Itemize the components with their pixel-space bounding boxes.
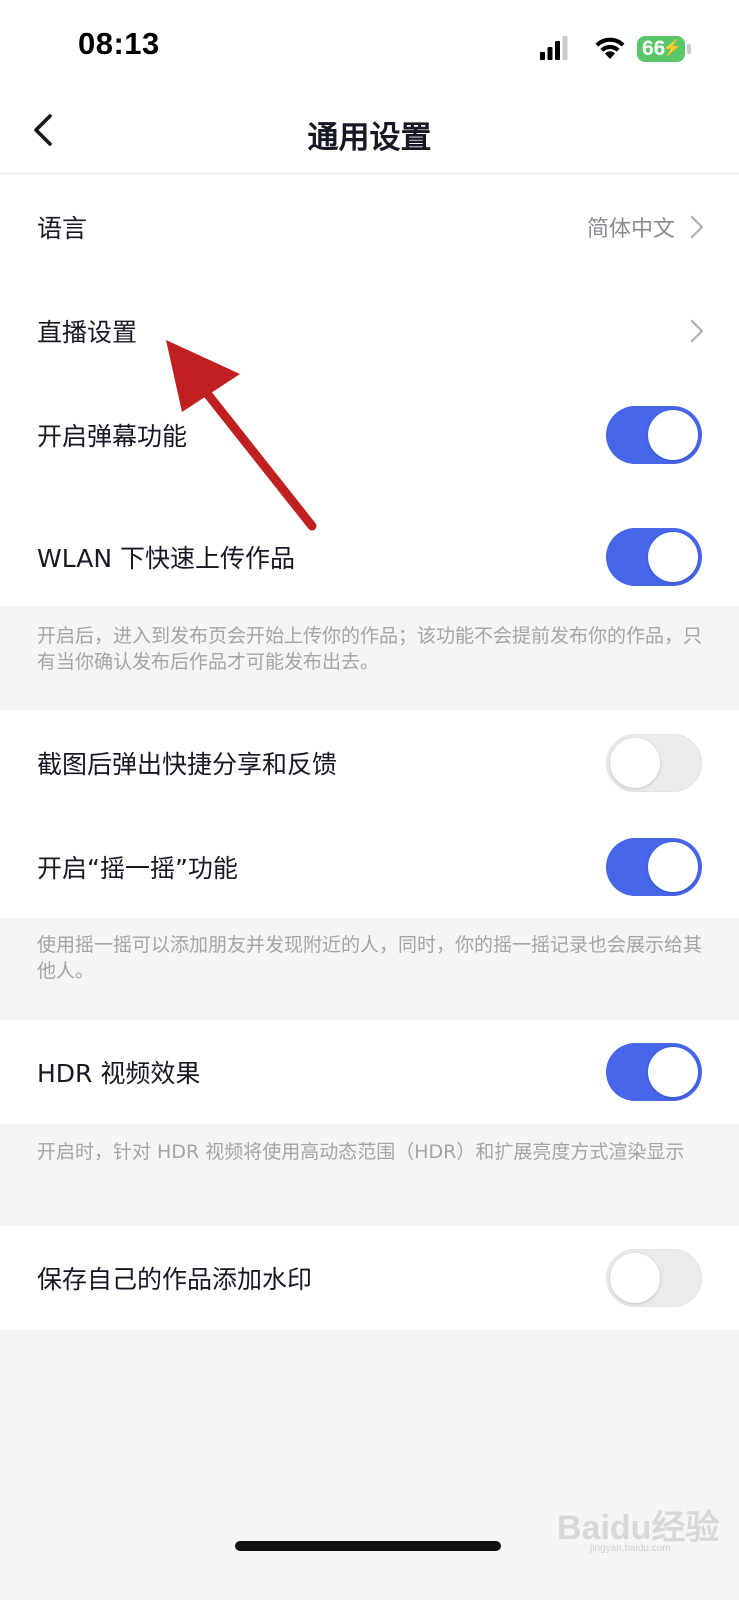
baidu-watermark-logo: Baidu经验 [557,1509,720,1547]
toggle-knob [648,531,698,582]
screenshot-share-toggle[interactable] [606,733,702,792]
wlan-upload-row: WLAN 下快速上传作品 [0,504,739,609]
live-settings-label: 直播设置 [37,317,138,347]
page-title: 通用设置 [307,120,432,156]
toggle-knob [648,409,698,460]
shake-row: 开启“摇一摇”功能 [0,814,739,919]
settings-group-share: 截图后弹出快捷分享和反馈 开启“摇一摇”功能 [0,710,739,918]
live-settings-row[interactable]: 直播设置 [0,278,739,383]
settings-group-general: 语言 简体中文 直播设置 开启弹幕功能 WLAN 下快速上传作品 [0,174,739,606]
danmaku-row: 开启弹幕功能 [0,382,739,487]
toggle-knob [648,1047,698,1097]
language-label: 语言 [37,213,88,243]
wlan-upload-label: WLAN 下快速上传作品 [37,543,295,573]
status-bar: 08:13 66 ⚡ [0,0,739,98]
hdr-toggle[interactable] [606,1043,702,1101]
hdr-row: HDR 视频效果 [0,1020,739,1124]
status-time: 08:13 [78,26,160,61]
wifi-icon [595,37,625,59]
battery-tip [687,44,691,54]
language-value: 简体中文 [586,216,675,242]
screenshot-share-label: 截图后弹出快捷分享和反馈 [37,749,338,779]
cellular-signal-icon [540,36,568,60]
settings-group-watermark: 保存自己的作品添加水印 [0,1226,739,1330]
baidu-watermark-url: jingyan.baidu.com [590,1543,671,1554]
battery-icon: 66 ⚡ [637,36,685,62]
shake-description: 使用摇一摇可以添加朋友并发现附近的人，同时，你的摇一摇记录也会展示给其他人。 [37,934,703,982]
nav-bar: 通用设置 [0,98,739,174]
settings-group-hdr: HDR 视频效果 [0,1020,739,1124]
charging-bolt-icon: ⚡ [662,40,682,57]
hdr-description: 开启时，针对 HDR 视频将使用高动态范围（HDR）和扩展亮度方式渲染显示 [37,1141,685,1163]
wlan-upload-description: 开启后，进入到发布页会开始上传你的作品；该功能不会提前发布你的作品，只有当你确认… [37,625,703,673]
language-row[interactable]: 语言 简体中文 [0,174,739,279]
shake-toggle[interactable] [606,837,702,896]
toggle-knob [610,1253,660,1303]
danmaku-toggle[interactable] [606,405,702,464]
shake-label: 开启“摇一摇”功能 [37,853,238,883]
hdr-label: HDR 视频效果 [37,1059,201,1088]
chevron-right-icon [690,319,704,342]
chevron-right-icon [690,215,704,238]
screenshot-share-row: 截图后弹出快捷分享和反馈 [0,710,739,815]
toggle-knob [610,737,660,788]
watermark-toggle[interactable] [606,1249,702,1307]
wlan-upload-toggle[interactable] [606,527,702,586]
danmaku-label: 开启弹幕功能 [37,421,188,451]
home-indicator[interactable] [235,1541,501,1551]
toggle-knob [648,841,698,892]
watermark-row: 保存自己的作品添加水印 [0,1226,739,1330]
watermark-label: 保存自己的作品添加水印 [37,1265,313,1294]
